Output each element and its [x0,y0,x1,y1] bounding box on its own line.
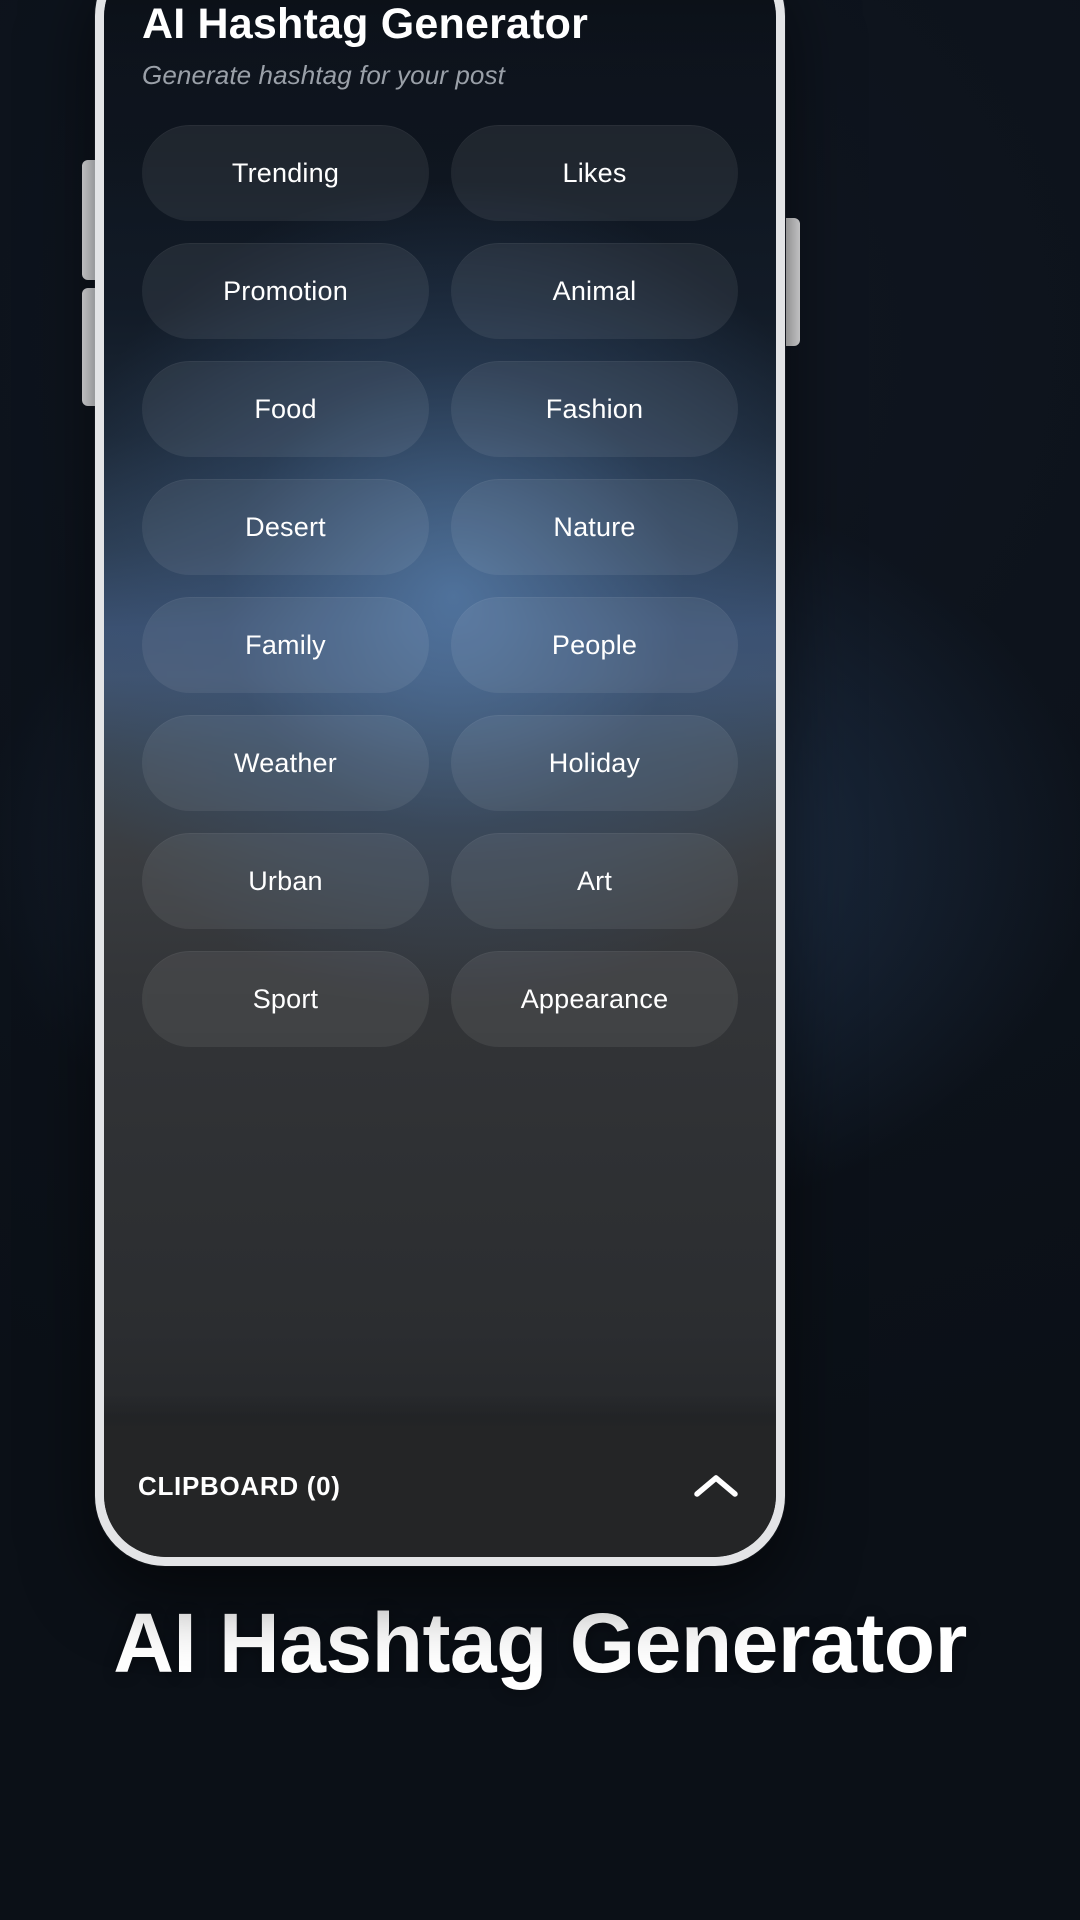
category-button-weather[interactable]: Weather [142,715,429,812]
clipboard-bar[interactable]: CLIPBOARD (0) [104,1429,776,1557]
category-button-promotion[interactable]: Promotion [142,243,429,340]
category-button-family[interactable]: Family [142,597,429,694]
app-container: AI Hashtag Generator Generate hashtag fo… [104,0,776,1557]
category-button-animal[interactable]: Animal [451,243,738,340]
category-grid: Trending Likes Promotion Animal Food Fas… [142,125,738,1557]
category-button-appearance[interactable]: Appearance [451,951,738,1048]
promo-screenshot: AI Hashtag Generator Generate hashtag fo… [0,0,1080,1920]
category-button-nature[interactable]: Nature [451,479,738,576]
category-button-holiday[interactable]: Holiday [451,715,738,812]
promo-caption: AI Hashtag Generator [113,1596,967,1690]
app-subtitle: Generate hashtag for your post [142,60,505,91]
category-button-trending[interactable]: Trending [142,125,429,222]
category-button-urban[interactable]: Urban [142,833,429,930]
phone-volume-up-button[interactable] [82,160,96,280]
phone-power-button[interactable] [786,218,800,346]
chevron-up-icon[interactable] [690,1460,742,1512]
clipboard-label: CLIPBOARD (0) [138,1470,341,1501]
phone-screen: AI Hashtag Generator Generate hashtag fo… [104,0,776,1557]
app-header: AI Hashtag Generator Generate hashtag fo… [142,0,738,91]
category-button-sport[interactable]: Sport [142,951,429,1048]
app-title: AI Hashtag Generator [142,0,589,48]
phone-frame: AI Hashtag Generator Generate hashtag fo… [95,0,785,1566]
category-button-food[interactable]: Food [142,361,429,458]
category-button-art[interactable]: Art [451,833,738,930]
category-button-desert[interactable]: Desert [142,479,429,576]
category-button-people[interactable]: People [451,597,738,694]
category-button-likes[interactable]: Likes [451,125,738,222]
category-button-fashion[interactable]: Fashion [451,361,738,458]
phone-volume-down-button[interactable] [82,288,96,406]
